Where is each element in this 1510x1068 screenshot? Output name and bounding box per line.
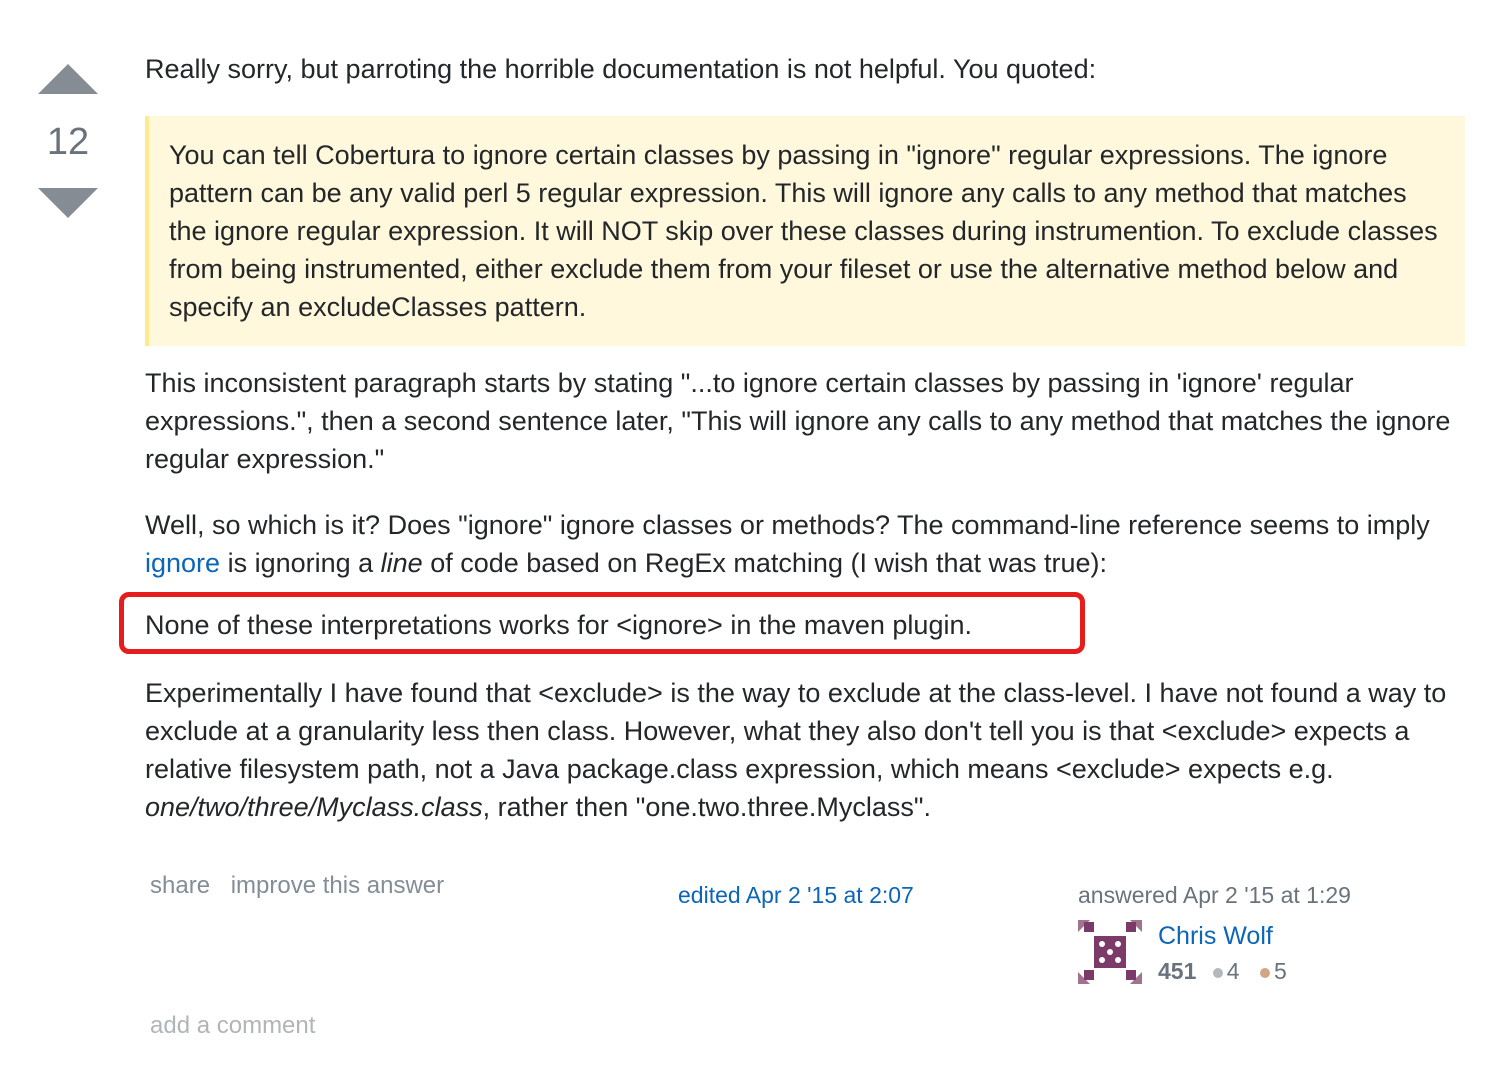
user-card: Chris Wolf 451 4 5 [1078,920,1398,990]
paragraph-text: is ignoring a [220,548,381,578]
share-link[interactable]: share [150,872,210,899]
post-menu: share improve this answer [150,872,458,900]
paragraph-which-is-it: Well, so which is it? Does "ignore" igno… [145,506,1465,582]
bronze-badge-count: 5 [1273,958,1287,984]
silver-badge-count: 4 [1226,958,1240,984]
user-stats: 451 4 5 [1158,958,1287,985]
bronze-badge-icon [1259,967,1270,978]
downvote-arrow-icon[interactable] [38,188,98,218]
silver-badge-icon [1212,967,1223,978]
red-highlight-box [119,592,1085,654]
paragraph-experimentally: Experimentally I have found that <exclud… [145,674,1465,826]
vote-count: 12 [46,121,90,163]
paragraph-text: of code based on RegEx matching (I wish … [422,548,1108,578]
highlighted-paragraph-wrap: None of these interpretations works for … [119,592,1465,654]
user-name-link[interactable]: Chris Wolf [1158,922,1273,951]
paragraph-text: Experimentally I have found that <exclud… [145,678,1447,784]
documentation-quote: You can tell Cobertura to ignore certain… [145,116,1465,346]
add-comment-link[interactable]: add a comment [150,1012,315,1040]
answer-body: Really sorry, but parroting the horrible… [119,50,1465,826]
reputation-score: 451 [1158,958,1197,984]
improve-answer-link[interactable]: improve this answer [231,872,444,899]
intro-paragraph: Really sorry, but parroting the horrible… [145,54,1097,84]
paragraph-inconsistent: This inconsistent paragraph starts by st… [145,368,1451,474]
upvote-arrow-icon[interactable] [38,64,98,94]
paragraph-text: , rather then "one.two.three.Myclass". [482,792,932,822]
ignore-reference-link[interactable]: ignore [145,548,220,578]
vote-panel: 12 [36,60,100,218]
emphasis-text: line [380,548,423,578]
answered-timestamp: answered Apr 2 '15 at 1:29 [1078,882,1351,908]
paragraph-text: Well, so which is it? Does "ignore" igno… [145,510,1430,540]
avatar[interactable] [1078,920,1142,984]
edited-timestamp-link[interactable]: edited Apr 2 '15 at 2:07 [678,882,914,909]
emphasis-path: one/two/three/Myclass.class [145,792,483,822]
